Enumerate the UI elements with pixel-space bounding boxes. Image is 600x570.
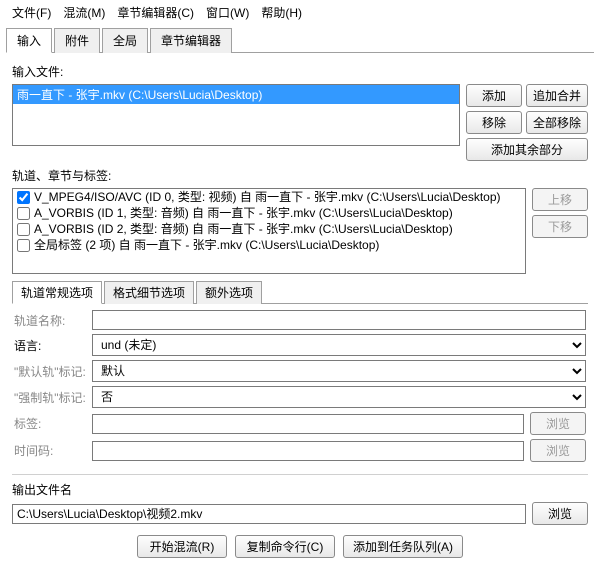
- move-up-button[interactable]: 上移: [532, 188, 588, 211]
- input-files-list[interactable]: 雨一直下 - 张宇.mkv (C:\Users\Lucia\Desktop): [12, 84, 460, 146]
- forced-flag-label: "强制轨"标记:: [14, 389, 86, 406]
- start-mux-button[interactable]: 开始混流(R): [137, 535, 227, 558]
- language-label: 语言:: [14, 337, 86, 354]
- track-name-input[interactable]: [92, 310, 586, 330]
- inner-tab-general[interactable]: 轨道常规选项: [12, 281, 102, 304]
- track-row[interactable]: V_MPEG4/ISO/AVC (ID 0, 类型: 视频) 自 雨一直下 - …: [13, 189, 525, 205]
- tags-browse-button[interactable]: 浏览: [530, 412, 586, 435]
- move-down-button[interactable]: 下移: [532, 215, 588, 238]
- menubar: 文件(F) 混流(M) 章节编辑器(C) 窗口(W) 帮助(H): [0, 0, 600, 25]
- inner-tab-format[interactable]: 格式细节选项: [104, 281, 194, 304]
- main-tabbar: 输入 附件 全局 章节编辑器: [6, 27, 594, 53]
- add-to-queue-button[interactable]: 添加到任务队列(A): [343, 535, 463, 558]
- tab-chapters[interactable]: 章节编辑器: [150, 28, 232, 53]
- output-browse-button[interactable]: 浏览: [532, 502, 588, 525]
- tab-input[interactable]: 输入: [6, 28, 52, 53]
- menu-file[interactable]: 文件(F): [6, 2, 57, 23]
- input-files-buttons: 添加 追加合并 移除 全部移除 添加其余部分: [466, 84, 588, 161]
- tracks-label: 轨道、章节与标签:: [12, 167, 588, 184]
- main-panel: 输入文件: 雨一直下 - 张宇.mkv (C:\Users\Lucia\Desk…: [0, 53, 600, 570]
- language-select[interactable]: und (未定): [92, 334, 586, 356]
- remove-button[interactable]: 移除: [466, 111, 522, 134]
- output-label: 输出文件名: [12, 481, 588, 498]
- track-row[interactable]: 全局标签 (2 项) 自 雨一直下 - 张宇.mkv (C:\Users\Luc…: [13, 237, 525, 253]
- remove-all-button[interactable]: 全部移除: [526, 111, 588, 134]
- separator: [12, 474, 588, 475]
- tags-input[interactable]: [92, 414, 524, 434]
- timecodes-browse-button[interactable]: 浏览: [530, 439, 586, 462]
- default-flag-select[interactable]: 默认: [92, 360, 586, 382]
- inner-tab-extra[interactable]: 额外选项: [196, 281, 262, 304]
- track-text: 全局标签 (2 项) 自 雨一直下 - 张宇.mkv (C:\Users\Luc…: [34, 237, 379, 253]
- track-name-label: 轨道名称:: [14, 312, 86, 329]
- track-text: V_MPEG4/ISO/AVC (ID 0, 类型: 视频) 自 雨一直下 - …: [34, 189, 501, 205]
- menu-help[interactable]: 帮助(H): [255, 2, 308, 23]
- output-path-input[interactable]: [12, 504, 526, 524]
- track-checkbox[interactable]: [17, 191, 30, 204]
- tab-attachments[interactable]: 附件: [54, 28, 100, 53]
- track-checkbox[interactable]: [17, 239, 30, 252]
- bottom-button-row: 开始混流(R) 复制命令行(C) 添加到任务队列(A): [12, 535, 588, 558]
- tracks-side-buttons: 上移 下移: [532, 188, 588, 274]
- track-text: A_VORBIS (ID 1, 类型: 音频) 自 雨一直下 - 张宇.mkv …: [34, 205, 453, 221]
- default-flag-label: "默认轨"标记:: [14, 363, 86, 380]
- tracks-list[interactable]: V_MPEG4/ISO/AVC (ID 0, 类型: 视频) 自 雨一直下 - …: [12, 188, 526, 274]
- track-text: A_VORBIS (ID 2, 类型: 音频) 自 雨一直下 - 张宇.mkv …: [34, 221, 453, 237]
- timecodes-input[interactable]: [92, 441, 524, 461]
- input-files-label: 输入文件:: [12, 63, 588, 80]
- track-row[interactable]: A_VORBIS (ID 2, 类型: 音频) 自 雨一直下 - 张宇.mkv …: [13, 221, 525, 237]
- menu-chapter-editor[interactable]: 章节编辑器(C): [111, 2, 200, 23]
- append-button[interactable]: 追加合并: [526, 84, 588, 107]
- track-options-form: 轨道名称: 语言: und (未定) "默认轨"标记: 默认 "强制轨"标记: …: [12, 304, 588, 468]
- tab-global[interactable]: 全局: [102, 28, 148, 53]
- track-row[interactable]: A_VORBIS (ID 1, 类型: 音频) 自 雨一直下 - 张宇.mkv …: [13, 205, 525, 221]
- copy-cli-button[interactable]: 复制命令行(C): [235, 535, 335, 558]
- track-checkbox[interactable]: [17, 207, 30, 220]
- menu-mux[interactable]: 混流(M): [57, 2, 111, 23]
- menu-window[interactable]: 窗口(W): [200, 2, 255, 23]
- timecodes-label: 时间码:: [14, 442, 86, 459]
- add-rest-button[interactable]: 添加其余部分: [466, 138, 588, 161]
- inner-tabbar: 轨道常规选项 格式细节选项 额外选项: [12, 280, 588, 304]
- input-file-item[interactable]: 雨一直下 - 张宇.mkv (C:\Users\Lucia\Desktop): [13, 85, 459, 104]
- tags-label: 标签:: [14, 415, 86, 432]
- forced-flag-select[interactable]: 否: [92, 386, 586, 408]
- add-button[interactable]: 添加: [466, 84, 522, 107]
- track-checkbox[interactable]: [17, 223, 30, 236]
